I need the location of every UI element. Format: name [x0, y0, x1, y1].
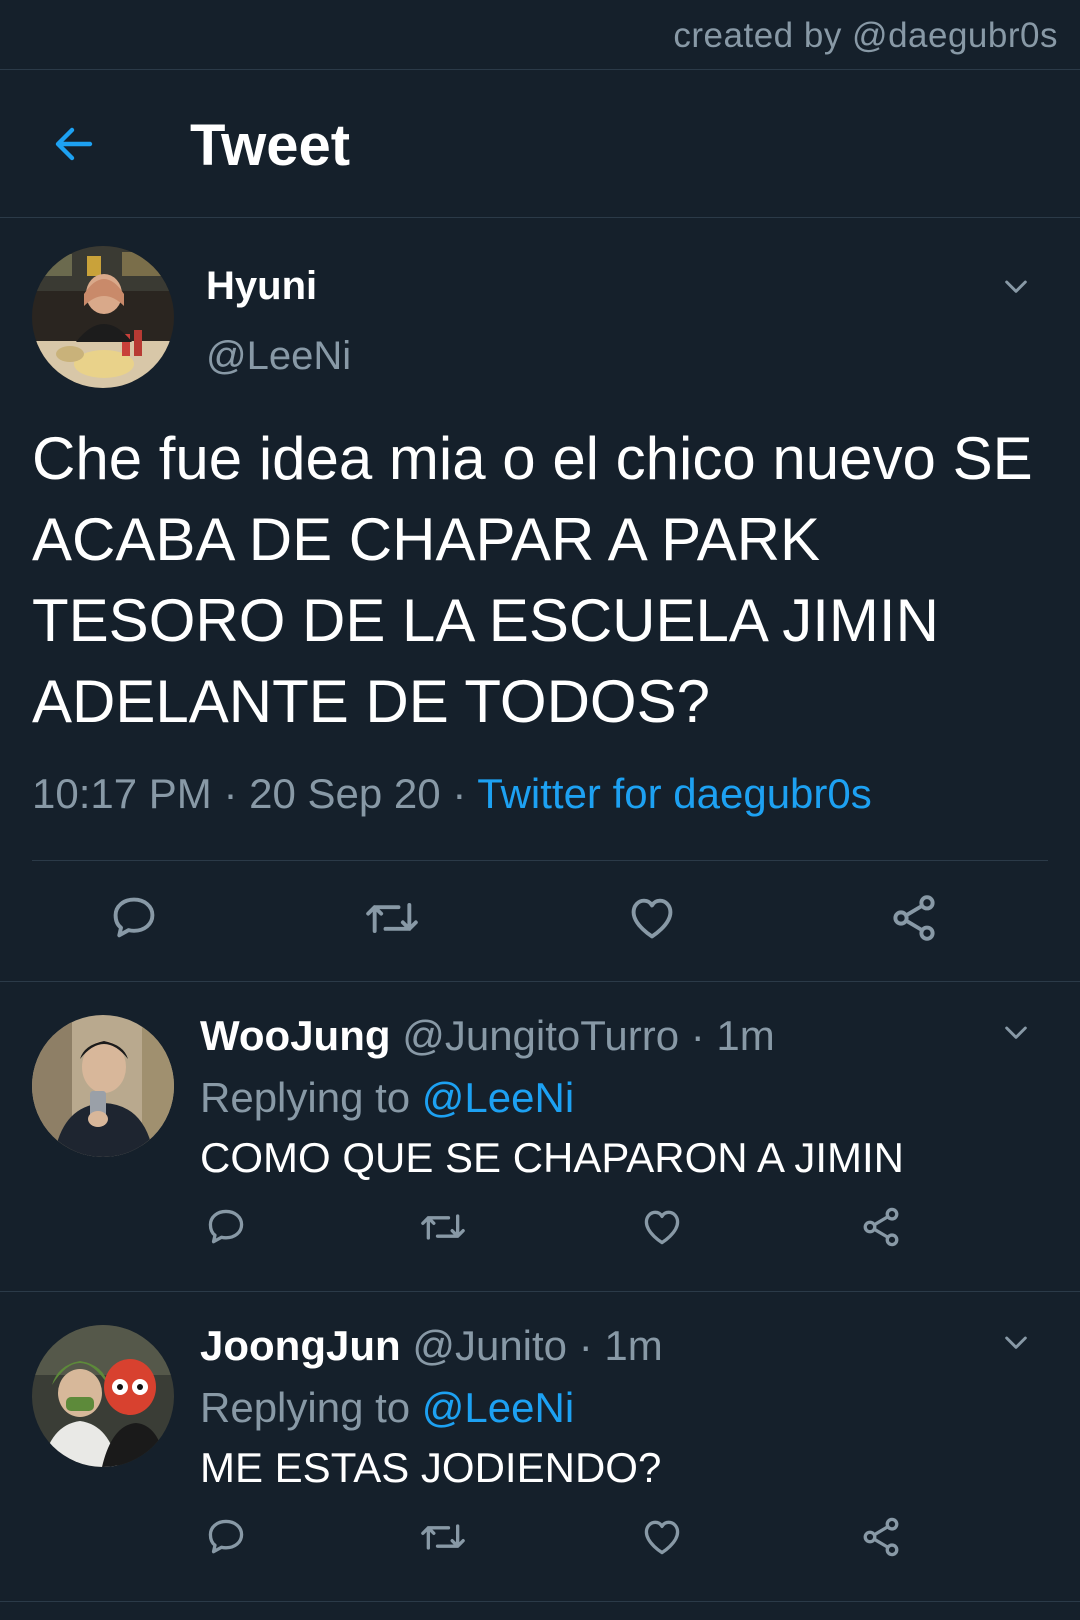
mention-link[interactable]: @LeeNi	[422, 1074, 574, 1121]
chevron-down-icon	[1005, 1026, 1027, 1039]
meta-separator: ·	[690, 1012, 705, 1059]
reply-icon	[113, 897, 155, 938]
heart-icon	[631, 898, 673, 939]
reply-icon	[208, 1519, 244, 1554]
share-button[interactable]	[884, 888, 944, 948]
replying-to: Replying to @LeeNi	[200, 1074, 574, 1122]
avatar-image	[32, 1015, 174, 1157]
share-icon	[863, 1517, 899, 1557]
reply-text: ME ESTAS JODIENDO?	[200, 1444, 662, 1491]
reply-icon	[208, 1209, 244, 1244]
meta-separator: ·	[223, 770, 238, 817]
replying-to: Replying to @LeeNi	[200, 1384, 574, 1432]
arrow-left-icon	[55, 127, 93, 161]
page-title: Tweet	[190, 113, 351, 178]
reply-button[interactable]	[104, 888, 164, 948]
share-icon	[893, 895, 935, 941]
retweet-button[interactable]	[418, 1202, 468, 1252]
replying-prefix: Replying to	[200, 1074, 411, 1121]
tweet-meta: 10:17 PM · 20 Sep 20 · Twitter for daegu…	[32, 770, 872, 818]
tweet-text: Che fue idea mia o el chico nuevo SE ACA…	[32, 425, 1033, 735]
replying-prefix: Replying to	[200, 1384, 411, 1431]
share-button[interactable]	[856, 1202, 906, 1252]
share-button[interactable]	[856, 1512, 906, 1562]
heart-icon	[644, 1520, 680, 1555]
reply-header: JoongJun @Junito · 1m	[200, 1322, 663, 1370]
tweet-time: 10:17 PM	[32, 770, 212, 817]
chevron-down-icon	[1005, 1336, 1027, 1349]
main-tweet: Hyuni @LeeNi Che fue idea mia o el chico…	[0, 218, 1080, 982]
reply-tweet[interactable]: JoongJun @Junito · 1m Replying to @LeeNi…	[0, 1292, 1080, 1602]
author-name[interactable]: Hyuni	[206, 264, 317, 309]
more-options-button[interactable]	[996, 1012, 1036, 1052]
author-name[interactable]: JoongJun	[200, 1322, 401, 1369]
divider	[32, 860, 1048, 861]
share-icon	[863, 1207, 899, 1247]
chevron-down-icon	[1005, 280, 1027, 293]
credit-text: created by @daegubr0s	[673, 16, 1058, 55]
retweet-icon	[421, 1524, 465, 1550]
meta-separator: ·	[452, 770, 467, 817]
meta-separator: ·	[578, 1322, 593, 1369]
more-options-button[interactable]	[996, 266, 1036, 306]
author-name[interactable]: WooJung	[200, 1012, 391, 1059]
avatar-image	[32, 246, 174, 388]
reply-button[interactable]	[201, 1202, 251, 1252]
reply-header: WooJung @JungitoTurro · 1m	[200, 1012, 775, 1060]
tweet-header: Tweet	[0, 70, 1080, 218]
reply-time: 1m	[716, 1012, 775, 1059]
mention-link[interactable]: @LeeNi	[422, 1384, 574, 1431]
tweet-source-link[interactable]: Twitter for daegubr0s	[477, 770, 872, 817]
like-button[interactable]	[637, 1512, 687, 1562]
reply-time: 1m	[604, 1322, 663, 1369]
author-handle[interactable]: @JungitoTurro	[402, 1012, 679, 1059]
avatar-image	[32, 1325, 174, 1467]
avatar[interactable]	[32, 1015, 174, 1157]
heart-icon	[644, 1210, 680, 1245]
tweet-date: 20 Sep 20	[249, 770, 441, 817]
reply-button[interactable]	[201, 1512, 251, 1562]
reply-text: COMO QUE SE CHAPARON A JIMIN	[200, 1134, 904, 1181]
retweet-button[interactable]	[362, 888, 422, 948]
author-handle[interactable]: @Junito	[412, 1322, 567, 1369]
retweet-button[interactable]	[418, 1512, 468, 1562]
retweet-icon	[366, 903, 418, 933]
avatar[interactable]	[32, 246, 174, 388]
retweet-icon	[421, 1214, 465, 1240]
like-button[interactable]	[622, 888, 682, 948]
like-button[interactable]	[637, 1202, 687, 1252]
top-bar: created by @daegubr0s	[0, 0, 1080, 70]
reply-tweet[interactable]: WooJung @JungitoTurro · 1m Replying to @…	[0, 982, 1080, 1292]
avatar[interactable]	[32, 1325, 174, 1467]
author-handle[interactable]: @LeeNi	[206, 334, 351, 379]
back-button[interactable]	[44, 114, 104, 174]
more-options-button[interactable]	[996, 1322, 1036, 1362]
